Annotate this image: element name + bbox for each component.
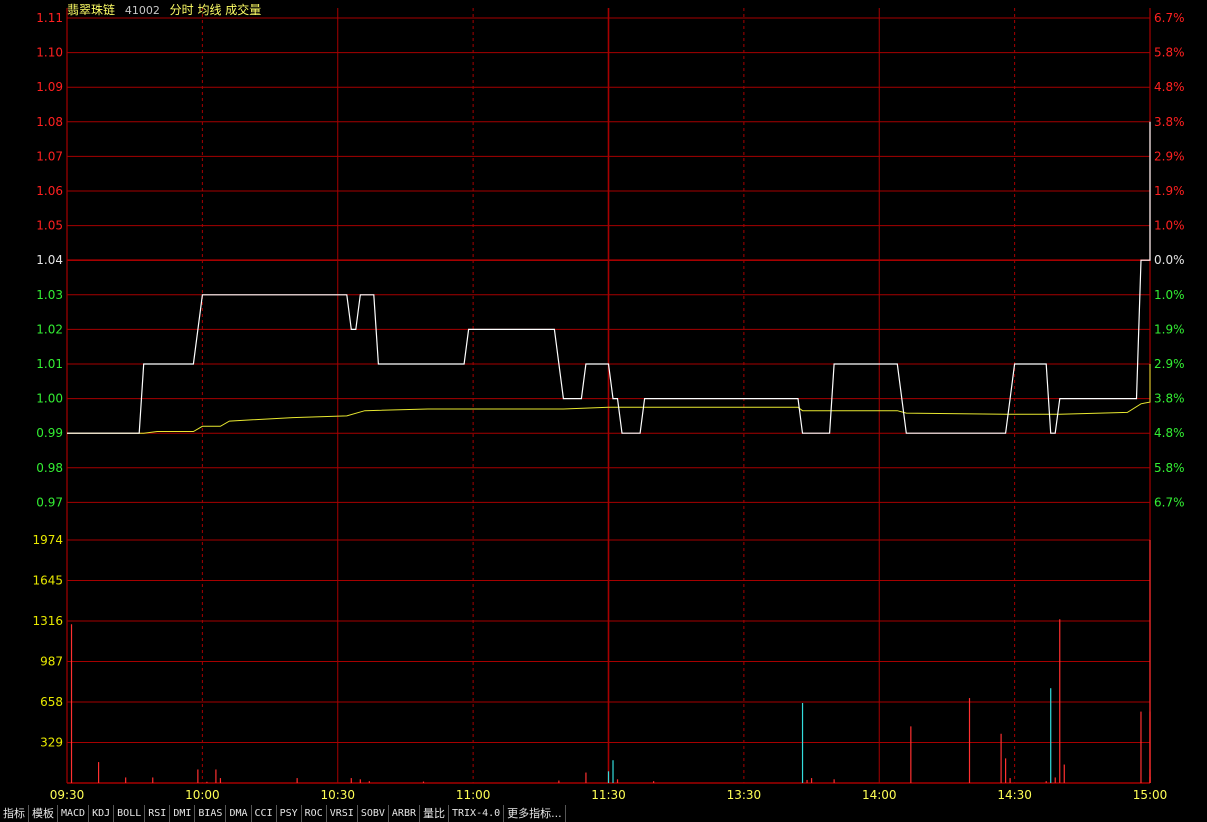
- percent-tick-label: 2.9%: [1154, 149, 1185, 163]
- percent-tick-label: 0.0%: [1154, 253, 1185, 267]
- indicator-tab[interactable]: DMA: [226, 805, 252, 822]
- percent-tick-label: 1.0%: [1154, 288, 1185, 302]
- percent-tick-label: 4.8%: [1154, 80, 1185, 94]
- time-tick-label: 15:00: [1133, 788, 1168, 802]
- indicator-tab[interactable]: MACD: [58, 805, 90, 822]
- indicator-tab[interactable]: VRSI: [326, 805, 358, 822]
- time-tick-label: 13:30: [727, 788, 762, 802]
- percent-tick-label: 2.9%: [1154, 357, 1185, 371]
- indicator-tab[interactable]: PSY: [276, 805, 302, 822]
- chart-grid: [66, 8, 1151, 784]
- time-tick-label: 11:00: [456, 788, 491, 802]
- indicator-tab[interactable]: 更多指标...: [504, 805, 566, 822]
- percent-tick-label: 4.8%: [1154, 426, 1185, 440]
- price-tick-label: 1.10: [36, 46, 63, 60]
- indicator-tab[interactable]: KDJ: [89, 805, 115, 822]
- price-tick-label: 0.99: [36, 426, 63, 440]
- volume-tick-label: 987: [40, 655, 63, 669]
- volume-tick-label: 1316: [32, 614, 63, 628]
- percent-tick-label: 5.8%: [1154, 46, 1185, 60]
- price-tick-label: 1.06: [36, 184, 63, 198]
- time-tick-label: 14:00: [862, 788, 897, 802]
- volume-tick-label: 329: [40, 736, 63, 750]
- price-tick-label: 1.11: [36, 11, 63, 25]
- indicator-tab[interactable]: BIAS: [195, 805, 227, 822]
- time-tick-label: 14:30: [997, 788, 1032, 802]
- volume-tick-label: 658: [40, 695, 63, 709]
- indicator-tab-bar: 指标 模板 MACD KDJ BOLL RSI DMI BIAS DMA CCI PSY ROC VRS…: [0, 805, 1207, 822]
- price-tick-label: 1.00: [36, 392, 63, 406]
- time-tick-label: 11:30: [591, 788, 626, 802]
- indicator-tab[interactable]: 模板: [29, 805, 58, 822]
- price-tick-label: 1.08: [36, 115, 63, 129]
- time-tick-label: 10:00: [185, 788, 220, 802]
- price-tick-label: 1.04: [36, 253, 63, 267]
- indicator-tab[interactable]: CCI: [251, 805, 277, 822]
- indicator-tab[interactable]: TRIX-4.0: [449, 805, 505, 822]
- indicator-tab[interactable]: 量比: [420, 805, 449, 822]
- price-tick-label: 0.98: [36, 461, 63, 475]
- indicator-tab[interactable]: ROC: [301, 805, 327, 822]
- indicator-tab[interactable]: RSI: [145, 805, 171, 822]
- volume-tick-label: 1974: [32, 533, 63, 547]
- indicator-tab[interactable]: 指标: [0, 805, 29, 822]
- percent-tick-label: 1.9%: [1154, 184, 1185, 198]
- price-tick-label: 1.07: [36, 149, 63, 163]
- indicator-tab[interactable]: BOLL: [114, 805, 146, 822]
- price-tick-label: 1.09: [36, 80, 63, 94]
- volume-tick-label: 1645: [32, 574, 63, 588]
- percent-tick-label: 6.7%: [1154, 495, 1185, 509]
- price-tick-label: 1.03: [36, 288, 63, 302]
- chart-mode-label: 分时 均线 成交量: [169, 3, 262, 17]
- price-tick-label: 0.97: [36, 495, 63, 509]
- percent-tick-label: 3.8%: [1154, 115, 1185, 129]
- percent-tick-label: 5.8%: [1154, 461, 1185, 475]
- time-tick-label: 10:30: [320, 788, 355, 802]
- chart-title-bar: 翡翠珠链 41002 分时 均线 成交量: [67, 2, 267, 19]
- price-tick-label: 1.02: [36, 322, 63, 336]
- indicator-tab[interactable]: ARBR: [388, 805, 420, 822]
- indicator-tab[interactable]: DMI: [170, 805, 196, 822]
- indicator-tab[interactable]: SOBV: [357, 805, 389, 822]
- percent-tick-label: 1.9%: [1154, 322, 1185, 336]
- stock-name: 翡翠珠链: [67, 3, 116, 17]
- price-tick-label: 1.05: [36, 219, 63, 233]
- percent-tick-label: 1.0%: [1154, 219, 1185, 233]
- intraday-chart[interactable]: 1.11 1.10 1.09 1.08 1.07 1.06 1.05 1.04 1.03 1.02…: [0, 0, 1207, 805]
- stock-code: 41002: [124, 4, 160, 17]
- price-tick-label: 1.01: [36, 357, 63, 371]
- percent-tick-label: 3.8%: [1154, 392, 1185, 406]
- percent-tick-label: 6.7%: [1154, 11, 1185, 25]
- time-tick-label: 09:30: [50, 788, 85, 802]
